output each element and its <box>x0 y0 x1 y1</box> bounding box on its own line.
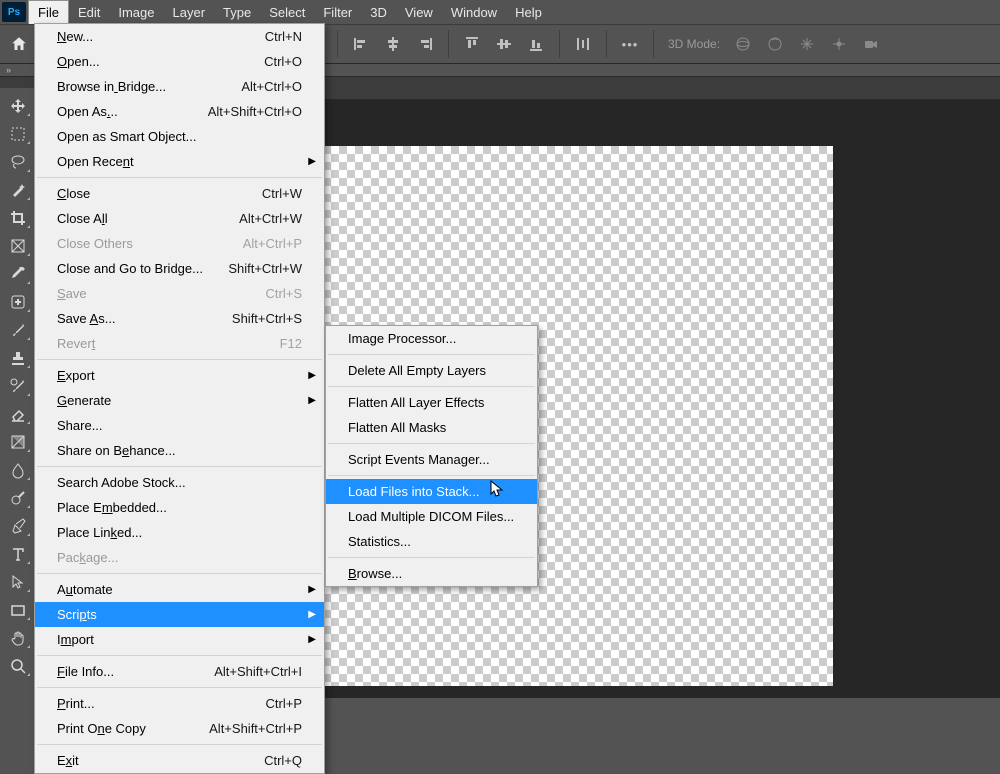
submenu-arrow-icon: ▶ <box>308 395 316 406</box>
align-center-icon[interactable] <box>384 35 402 53</box>
submenu-arrow-icon: ▶ <box>308 584 316 595</box>
file-menu-item-new[interactable]: New...Ctrl+N <box>35 24 324 49</box>
menubar-item-type[interactable]: Type <box>214 0 260 24</box>
crop-tool[interactable] <box>4 206 32 230</box>
file-menu-item-share-on-behance[interactable]: Share on Behance... <box>35 438 324 463</box>
file-menu-item-open-as-smart-object[interactable]: Open as Smart Object... <box>35 124 324 149</box>
roll-icon[interactable] <box>766 35 784 53</box>
menubar: Ps FileEditImageLayerTypeSelectFilter3DV… <box>0 0 1000 24</box>
mouse-cursor-icon <box>490 480 506 498</box>
path-select-tool[interactable] <box>4 570 32 594</box>
scripts-menu-item-image-processor[interactable]: Image Processor... <box>326 326 537 351</box>
file-menu-item-share[interactable]: Share... <box>35 413 324 438</box>
scripts-menu-item-script-events-manager[interactable]: Script Events Manager... <box>326 447 537 472</box>
file-menu: New...Ctrl+NOpen...Ctrl+OBrowse in Bridg… <box>34 23 325 774</box>
scripts-menu-item-flatten-all-masks[interactable]: Flatten All Masks <box>326 415 537 440</box>
file-menu-item-place-embedded[interactable]: Place Embedded... <box>35 495 324 520</box>
file-menu-item-open[interactable]: Open...Ctrl+O <box>35 49 324 74</box>
dodge-tool[interactable] <box>4 486 32 510</box>
align-bottom-icon[interactable] <box>527 35 545 53</box>
file-menu-item-revert: RevertF12 <box>35 331 324 356</box>
align-right-icon[interactable] <box>416 35 434 53</box>
scripts-menu-item-browse[interactable]: Browse... <box>326 561 537 586</box>
file-menu-item-scripts[interactable]: Scripts▶ <box>35 602 324 627</box>
align-left-icon[interactable] <box>352 35 370 53</box>
menubar-item-edit[interactable]: Edit <box>69 0 109 24</box>
more-options-icon[interactable]: ••• <box>621 35 639 53</box>
wand-tool[interactable] <box>4 178 32 202</box>
move-tool[interactable] <box>4 94 32 118</box>
orbit-icon[interactable] <box>734 35 752 53</box>
submenu-arrow-icon: ▶ <box>308 609 316 620</box>
pen-tool[interactable] <box>4 514 32 538</box>
app-logo: Ps <box>2 2 26 22</box>
scripts-menu-item-load-multiple-dicom-files[interactable]: Load Multiple DICOM Files... <box>326 504 537 529</box>
scripts-submenu: Image Processor... Delete All Empty Layer… <box>325 325 538 587</box>
file-menu-item-search-adobe-stock[interactable]: Search Adobe Stock... <box>35 470 324 495</box>
menubar-item-select[interactable]: Select <box>260 0 314 24</box>
scripts-menu-item-statistics[interactable]: Statistics... <box>326 529 537 554</box>
history-brush-tool[interactable] <box>4 374 32 398</box>
scripts-menu-item-flatten-all-layer-effects[interactable]: Flatten All Layer Effects <box>326 390 537 415</box>
scripts-menu-item-delete-all-empty-layers[interactable]: Delete All Empty Layers <box>326 358 537 383</box>
type-tool[interactable] <box>4 542 32 566</box>
distribute-icon[interactable] <box>574 35 592 53</box>
marquee-tool[interactable] <box>4 122 32 146</box>
file-menu-item-close-all[interactable]: Close AllAlt+Ctrl+W <box>35 206 324 231</box>
file-menu-item-place-linked[interactable]: Place Linked... <box>35 520 324 545</box>
camera-icon[interactable] <box>862 35 880 53</box>
file-menu-item-export[interactable]: Export▶ <box>35 363 324 388</box>
rectangle-tool[interactable] <box>4 598 32 622</box>
file-menu-item-close[interactable]: CloseCtrl+W <box>35 181 324 206</box>
file-menu-item-print[interactable]: Print...Ctrl+P <box>35 691 324 716</box>
slide-icon[interactable] <box>830 35 848 53</box>
zoom-tool[interactable] <box>4 654 32 678</box>
file-menu-item-close-others: Close OthersAlt+Ctrl+P <box>35 231 324 256</box>
stamp-tool[interactable] <box>4 346 32 370</box>
file-menu-item-file-info[interactable]: File Info...Alt+Shift+Ctrl+I <box>35 659 324 684</box>
eraser-tool[interactable] <box>4 402 32 426</box>
menubar-item-3d[interactable]: 3D <box>361 0 396 24</box>
file-menu-item-exit[interactable]: ExitCtrl+Q <box>35 748 324 773</box>
submenu-arrow-icon: ▶ <box>308 156 316 167</box>
menubar-item-file[interactable]: File <box>28 0 69 24</box>
file-menu-item-import[interactable]: Import▶ <box>35 627 324 652</box>
brush-tool[interactable] <box>4 318 32 342</box>
file-menu-item-save: SaveCtrl+S <box>35 281 324 306</box>
menubar-item-view[interactable]: View <box>396 0 442 24</box>
pan-icon[interactable] <box>798 35 816 53</box>
mode-label: 3D Mode: <box>668 37 720 51</box>
healing-tool[interactable] <box>4 290 32 314</box>
menubar-item-window[interactable]: Window <box>442 0 506 24</box>
file-menu-item-close-and-go-to-bridge[interactable]: Close and Go to Bridge...Shift+Ctrl+W <box>35 256 324 281</box>
eyedropper-tool[interactable] <box>4 262 32 286</box>
tools-panel <box>0 88 36 698</box>
file-menu-item-generate[interactable]: Generate▶ <box>35 388 324 413</box>
gradient-tool[interactable] <box>4 430 32 454</box>
submenu-arrow-icon: ▶ <box>308 634 316 645</box>
chevron-right-icon: » <box>6 65 11 75</box>
file-menu-item-open-recent[interactable]: Open Recent▶ <box>35 149 324 174</box>
align-top-icon[interactable] <box>463 35 481 53</box>
file-menu-item-save-as[interactable]: Save As...Shift+Ctrl+S <box>35 306 324 331</box>
submenu-arrow-icon: ▶ <box>308 370 316 381</box>
file-menu-item-automate[interactable]: Automate▶ <box>35 577 324 602</box>
menubar-item-help[interactable]: Help <box>506 0 551 24</box>
file-menu-item-package: Package... <box>35 545 324 570</box>
menubar-item-filter[interactable]: Filter <box>314 0 361 24</box>
home-button[interactable] <box>6 31 32 57</box>
lasso-tool[interactable] <box>4 150 32 174</box>
hand-tool[interactable] <box>4 626 32 650</box>
file-menu-item-print-one-copy[interactable]: Print One CopyAlt+Shift+Ctrl+P <box>35 716 324 741</box>
frame-tool[interactable] <box>4 234 32 258</box>
blur-tool[interactable] <box>4 458 32 482</box>
file-menu-item-open-as[interactable]: Open As...Alt+Shift+Ctrl+O <box>35 99 324 124</box>
align-middle-icon[interactable] <box>495 35 513 53</box>
menubar-item-image[interactable]: Image <box>109 0 163 24</box>
menubar-item-layer[interactable]: Layer <box>164 0 215 24</box>
file-menu-item-browse-in-bridge[interactable]: Browse in Bridge...Alt+Ctrl+O <box>35 74 324 99</box>
